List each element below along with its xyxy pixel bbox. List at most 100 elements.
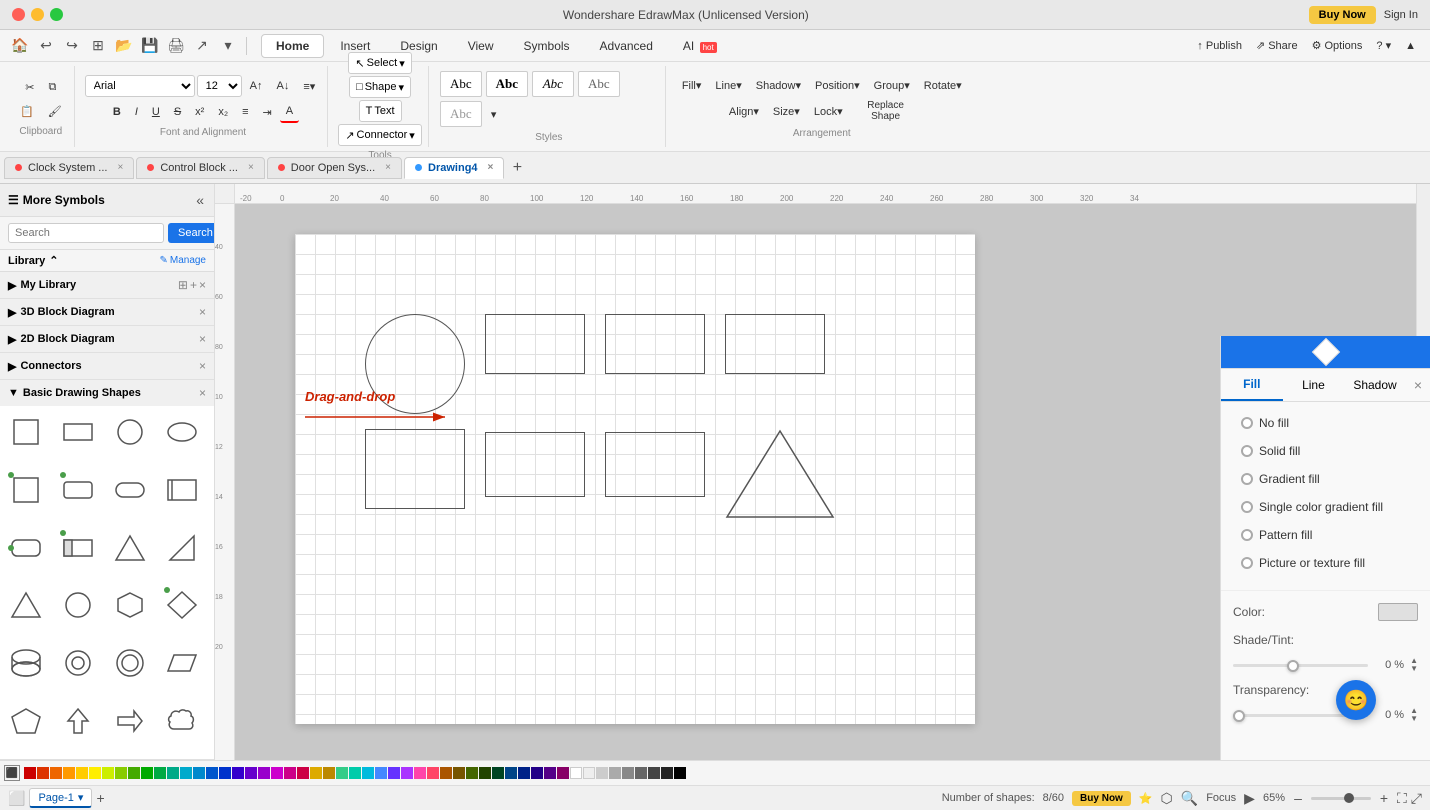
color-cell-4[interactable]: [63, 767, 75, 779]
gradient-fill-option[interactable]: Gradient fill: [1233, 466, 1418, 492]
color-cell-7[interactable]: [102, 767, 114, 779]
add-tab-button[interactable]: +: [506, 157, 528, 179]
color-cell-8[interactable]: [115, 767, 127, 779]
tab-close-1[interactable]: ×: [248, 162, 254, 173]
right-panel-close-button[interactable]: ×: [1406, 373, 1430, 397]
fill-button[interactable]: Fill▾: [676, 74, 708, 96]
shade-down-arrow[interactable]: ▼: [1410, 665, 1418, 673]
superscript-button[interactable]: x²: [189, 101, 210, 123]
canvas-triangle-svg[interactable]: [725, 429, 835, 519]
color-cell-39[interactable]: [518, 767, 530, 779]
group-button[interactable]: Group▾: [868, 74, 916, 96]
export-button[interactable]: ↗: [190, 34, 214, 58]
shade-arrows[interactable]: ▲ ▼: [1410, 657, 1418, 673]
shape-square-small[interactable]: [4, 410, 48, 454]
texture-fill-option[interactable]: Picture or texture fill: [1233, 550, 1418, 576]
color-cell-13[interactable]: [180, 767, 192, 779]
share-button[interactable]: ⇗ Share: [1250, 35, 1304, 57]
position-button[interactable]: Position▾: [809, 74, 866, 96]
replace-shape-button[interactable]: Replace Shape: [851, 98, 921, 124]
canvas-rect-1[interactable]: [485, 314, 585, 374]
bold-button[interactable]: B: [107, 101, 127, 123]
color-cell-14[interactable]: [193, 767, 205, 779]
add-page-button[interactable]: +: [96, 790, 104, 806]
open-button[interactable]: 📂: [112, 34, 136, 58]
color-cell-red[interactable]: [24, 767, 36, 779]
color-cell-10[interactable]: [141, 767, 153, 779]
pattern-fill-option[interactable]: Pattern fill: [1233, 522, 1418, 548]
tab-close-3[interactable]: ×: [488, 162, 494, 173]
cut-button[interactable]: ✂: [19, 76, 40, 98]
color-cell-34[interactable]: [453, 767, 465, 779]
shape-tool-button[interactable]: □ Shape ▾: [349, 76, 411, 98]
category-connectors-header[interactable]: ▶ Connectors ×: [0, 353, 214, 379]
align-button[interactable]: ≡▾: [297, 75, 321, 97]
doc-tab-0[interactable]: Clock System ... ×: [4, 157, 134, 179]
basic-shapes-close[interactable]: ×: [199, 386, 206, 400]
color-cell-23[interactable]: [310, 767, 322, 779]
shape-circle-outline[interactable]: [56, 583, 100, 627]
rotate-button[interactable]: Rotate▾: [918, 74, 968, 96]
color-cell-45[interactable]: [609, 767, 621, 779]
color-cell-38[interactable]: [505, 767, 517, 779]
shape-rect-scroll[interactable]: [160, 468, 204, 512]
color-cell-15[interactable]: [206, 767, 218, 779]
canvas-page[interactable]: Drag-and-drop: [295, 234, 975, 724]
connector-tool-button[interactable]: ↗ Connector ▾: [338, 124, 422, 146]
color-cell-16[interactable]: [219, 767, 231, 779]
font-face-select[interactable]: Arial: [85, 75, 195, 97]
my-library-add-folder[interactable]: ⊞: [178, 278, 188, 292]
shape-rect-rounded[interactable]: [56, 468, 100, 512]
fit-button[interactable]: ⤢: [1411, 790, 1422, 807]
collapse-menu-button[interactable]: ▲: [1399, 35, 1422, 57]
minimize-button[interactable]: [31, 8, 44, 21]
canvas-rect-5[interactable]: [485, 432, 585, 497]
lock-button[interactable]: Lock▾: [808, 100, 849, 122]
color-cell-22[interactable]: [297, 767, 309, 779]
shape-circle[interactable]: [108, 410, 152, 454]
options-button[interactable]: ⚙ Options: [1306, 35, 1369, 57]
color-cell-12[interactable]: [167, 767, 179, 779]
color-cell-36[interactable]: [479, 767, 491, 779]
shape-ellipse[interactable]: [160, 410, 204, 454]
publish-button[interactable]: ↑ Publish: [1191, 35, 1248, 57]
shape-pentagon[interactable]: [4, 699, 48, 743]
tab-advanced[interactable]: Advanced: [586, 34, 667, 58]
color-cell-28[interactable]: [375, 767, 387, 779]
no-fill-option[interactable]: No fill: [1233, 410, 1418, 436]
style-sample-2[interactable]: Abc: [486, 71, 528, 97]
underline-button[interactable]: U: [146, 101, 166, 123]
color-cell-9[interactable]: [128, 767, 140, 779]
canvas-rect-4[interactable]: [365, 429, 465, 509]
shape-hexagon[interactable]: [108, 583, 152, 627]
zoom-slider-thumb[interactable]: [1344, 793, 1354, 803]
color-cell-white[interactable]: [570, 767, 582, 779]
buy-now-button[interactable]: Buy Now: [1309, 6, 1376, 24]
search-input[interactable]: [8, 223, 164, 243]
shape-ellipse-2[interactable]: [4, 641, 48, 685]
help-button[interactable]: ? ▾: [1370, 35, 1397, 57]
color-cell-11[interactable]: [154, 767, 166, 779]
doc-tab-2[interactable]: Door Open Sys... ×: [267, 157, 402, 179]
canvas-rect-3[interactable]: [725, 314, 825, 374]
doc-tab-3[interactable]: Drawing4 ×: [404, 157, 504, 179]
shape-double-circle[interactable]: [56, 641, 100, 685]
my-library-add[interactable]: +: [190, 278, 197, 292]
shade-slider-thumb[interactable]: [1287, 660, 1299, 672]
color-cell-33[interactable]: [440, 767, 452, 779]
shape-arrow-right[interactable]: [108, 699, 152, 743]
transparency-slider-thumb[interactable]: [1233, 710, 1245, 722]
style-sample-1[interactable]: Abc: [440, 71, 482, 97]
shade-slider[interactable]: [1233, 664, 1368, 667]
shape-stadium[interactable]: [108, 468, 152, 512]
fill-color-icon[interactable]: ⬛: [4, 765, 20, 781]
zoom-slider[interactable]: [1311, 797, 1371, 800]
shape-right-triangle[interactable]: [160, 526, 204, 570]
sign-in-button[interactable]: Sign In: [1384, 9, 1418, 21]
shape-triangle-2[interactable]: [4, 583, 48, 627]
font-color-button[interactable]: A: [280, 101, 299, 123]
color-cell-19[interactable]: [258, 767, 270, 779]
decrease-font-button[interactable]: A↓: [271, 75, 296, 97]
tab-symbols[interactable]: Symbols: [510, 34, 584, 58]
home-nav-icon[interactable]: 🏠: [8, 34, 32, 58]
